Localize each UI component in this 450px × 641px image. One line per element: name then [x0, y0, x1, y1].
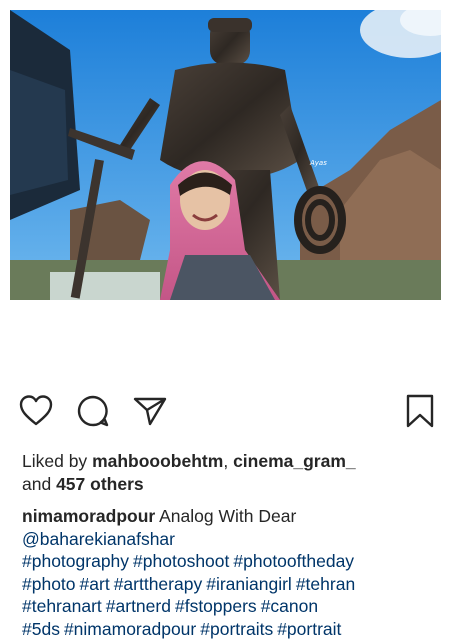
- post-caption: nimamoradpour Analog With Dear @bahareki…: [22, 505, 442, 640]
- caption-mention[interactable]: @baharekianafshar: [22, 529, 175, 549]
- likes-separator: ,: [223, 451, 229, 471]
- liker-username-1[interactable]: mahbooobehtm: [92, 451, 223, 471]
- paper-plane-icon[interactable]: [132, 393, 168, 429]
- hashtag[interactable]: #artnerd: [106, 596, 171, 616]
- hashtag[interactable]: #5ds: [22, 619, 60, 639]
- liked-by-label: Liked by: [22, 451, 88, 471]
- hashtag[interactable]: #portraits: [200, 619, 273, 639]
- hashtag[interactable]: #tehranart: [22, 596, 102, 616]
- hashtag[interactable]: #tehran: [296, 574, 355, 594]
- likes-and-label: and: [22, 474, 52, 494]
- hashtag[interactable]: #photo: [22, 574, 76, 594]
- bookmark-icon[interactable]: [402, 393, 438, 429]
- hashtag[interactable]: #iraniangirl: [206, 574, 292, 594]
- post-photo-illustration: Ayas: [10, 10, 441, 300]
- svg-text:Ayas: Ayas: [309, 159, 327, 167]
- post-image[interactable]: Ayas: [10, 10, 441, 300]
- hashtag[interactable]: #portrait: [277, 619, 341, 639]
- caption-text: Analog With Dear: [159, 506, 297, 526]
- hashtag[interactable]: #nimamoradpour: [64, 619, 196, 639]
- hashtag[interactable]: #canon: [261, 596, 318, 616]
- speech-bubble-icon[interactable]: [75, 393, 111, 429]
- likes-count[interactable]: 457 others: [56, 474, 144, 494]
- hashtag[interactable]: #photography: [22, 551, 129, 571]
- hashtag[interactable]: #arttherapy: [114, 574, 203, 594]
- caption-hashtags: #photography #photoshoot #photooftheday #p…: [22, 551, 359, 639]
- hashtag[interactable]: #fstoppers: [175, 596, 257, 616]
- caption-username[interactable]: nimamoradpour: [22, 506, 155, 526]
- post-action-bar: [0, 393, 450, 433]
- liker-username-2[interactable]: cinema_gram_: [233, 451, 356, 471]
- hashtag[interactable]: #art: [80, 574, 110, 594]
- heart-outline-icon[interactable]: [18, 393, 54, 429]
- hashtag[interactable]: #photoshoot: [133, 551, 229, 571]
- likes-summary: Liked by mahbooobehtm, cinema_gram_ and …: [22, 450, 442, 496]
- hashtag[interactable]: #photooftheday: [233, 551, 354, 571]
